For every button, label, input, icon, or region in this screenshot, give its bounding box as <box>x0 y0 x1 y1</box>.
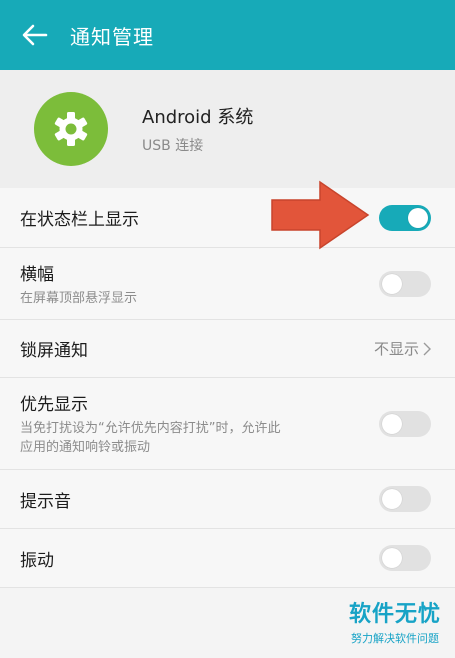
watermark: 软件无忧 努力解决软件问题 <box>349 596 441 646</box>
toggle-knob <box>382 489 402 509</box>
toggle-knob <box>382 413 402 434</box>
setting-subtitle-line: 当免打扰设为“允许优先内容打扰”时，允许此 <box>20 421 281 436</box>
setting-row-status-bar[interactable]: 在状态栏上显示 <box>0 188 455 248</box>
setting-title: 优先显示 <box>20 395 88 415</box>
watermark-title: 软件无忧 <box>348 602 441 627</box>
back-button[interactable] <box>0 0 70 70</box>
lock-screen-value[interactable]: 不显示 <box>374 338 431 359</box>
setting-title: 提示音 <box>20 491 71 512</box>
toggle-knob <box>382 548 402 568</box>
setting-title: 在状态栏上显示 <box>20 210 139 230</box>
app-name: Android 系统 <box>142 107 254 128</box>
priority-toggle[interactable] <box>379 410 431 437</box>
toggle-knob <box>382 273 402 294</box>
chevron-right-icon <box>423 342 431 355</box>
app-info-header: Android 系统 USB 连接 <box>0 70 455 188</box>
watermark-subtitle: 努力解决软件问题 <box>350 632 439 645</box>
sound-toggle[interactable] <box>379 486 431 512</box>
setting-row-lock-screen[interactable]: 锁屏通知 不显示 <box>0 320 455 378</box>
setting-row-vibrate[interactable]: 振动 <box>0 529 455 588</box>
setting-row-priority[interactable]: 优先显示 当免打扰设为“允许优先内容打扰”时，允许此 应用的通知响铃或振动 <box>0 378 455 470</box>
page-title: 通知管理 <box>70 24 154 49</box>
app-icon <box>34 92 108 166</box>
setting-row-sound[interactable]: 提示音 <box>0 470 455 529</box>
vibrate-toggle[interactable] <box>379 545 431 571</box>
app-subtitle: USB 连接 <box>142 138 204 154</box>
setting-subtitle-line: 应用的通知响铃或振动 <box>20 440 151 455</box>
setting-subtitle: 当免打扰设为“允许优先内容打扰”时，允许此 应用的通知响铃或振动 <box>20 419 280 457</box>
setting-subtitle: 在屏幕顶部悬浮显示 <box>20 290 138 306</box>
setting-title: 横幅 <box>20 264 54 285</box>
gear-icon <box>54 112 88 146</box>
toggle-knob <box>408 207 428 228</box>
status-bar-toggle[interactable] <box>379 204 431 231</box>
setting-row-banner[interactable]: 横幅 在屏幕顶部悬浮显示 <box>0 248 455 320</box>
banner-toggle[interactable] <box>379 270 431 297</box>
arrow-left-icon <box>22 24 48 46</box>
top-app-bar: 通知管理 <box>0 0 455 70</box>
lock-screen-value-text: 不显示 <box>373 340 419 358</box>
setting-title: 振动 <box>20 550 54 571</box>
settings-list: 在状态栏上显示 横幅 在屏幕顶部悬浮显示 锁屏通知 不显示 优先显示 当免打扰设… <box>0 188 455 588</box>
setting-title: 锁屏通知 <box>20 341 88 361</box>
